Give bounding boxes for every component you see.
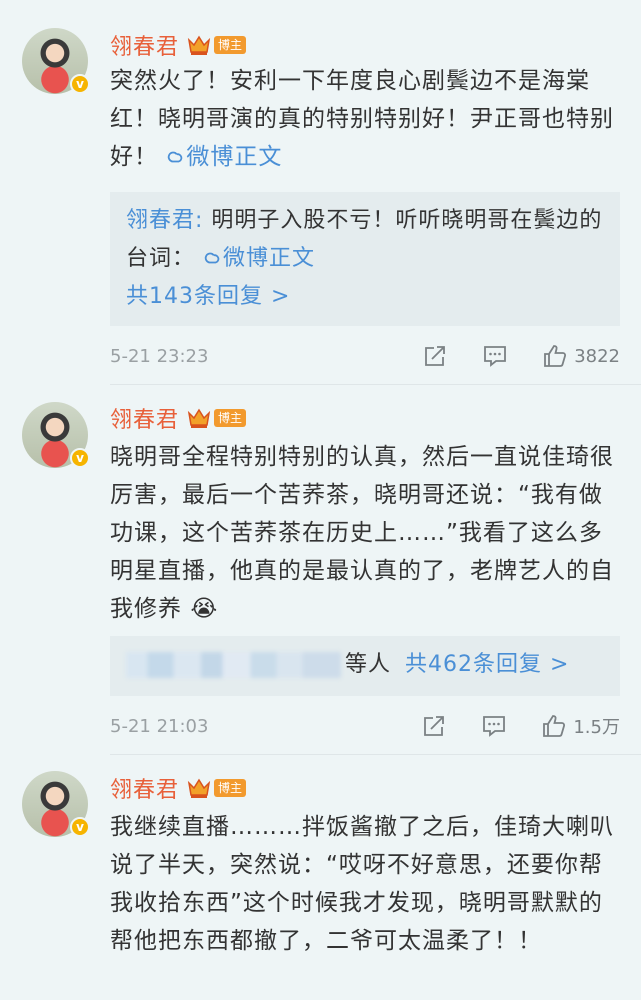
link-label: 微博正文 (186, 144, 283, 170)
verified-badge-icon: v (70, 74, 90, 94)
reply-count-link[interactable]: 共143条回复 > (126, 278, 604, 316)
link-icon (168, 151, 183, 163)
thumbs-up-icon (543, 715, 566, 737)
like-button[interactable]: 3822 (542, 343, 620, 369)
comment-body: 晓明哥全程特别特别的认真，然后一直说佳琦很厉害，最后一个苦荞茶，晓明哥还说：“我… (110, 444, 614, 622)
thumbs-up-icon (544, 345, 567, 367)
host-badge: 博主 (214, 779, 247, 797)
crown-icon (187, 408, 211, 428)
verified-badge-icon: v (70, 448, 90, 468)
weibo-post-link[interactable]: 微博正文 (203, 246, 315, 271)
username[interactable]: 翎春君 (110, 402, 179, 434)
reply-author[interactable]: 翎春君: (126, 208, 203, 233)
link-icon (204, 252, 220, 264)
host-badge: 博主 (214, 409, 247, 427)
blurred-names (126, 652, 341, 678)
username[interactable]: 翎春君 (110, 772, 179, 804)
like-count: 3822 (574, 345, 620, 367)
divider (110, 384, 641, 385)
comment-icon (483, 716, 506, 737)
comment-button[interactable] (482, 343, 508, 369)
comment-text: 晓明哥全程特别特别的认真，然后一直说佳琦很厉害，最后一个苦荞茶，晓明哥还说：“我… (110, 438, 620, 628)
avatar[interactable]: v (22, 402, 90, 468)
comment-icon (484, 346, 507, 367)
crown-icon (187, 778, 211, 798)
avatar[interactable]: v (22, 28, 90, 94)
share-button[interactable] (422, 343, 448, 369)
share-icon (424, 716, 445, 736)
like-button[interactable]: 1.5万 (541, 713, 620, 739)
timestamp: 5-21 21:03 (110, 715, 209, 737)
crying-emoji-icon: 😭 (190, 596, 219, 622)
weibo-post-link[interactable]: 微博正文 (166, 144, 282, 170)
reply-box[interactable]: 翎春君: 明明子入股不亏！听听晓明哥在鬓边的台词： 微博正文 共143条回复 > (110, 192, 620, 326)
others-label: 等人 (345, 652, 392, 677)
host-badge: 博主 (214, 36, 247, 54)
comment-body: 我继续直播………拌饭酱撤了之后，佳琦大喇叭说了半天，突然说：“哎呀不好意思，还要… (110, 814, 614, 954)
reply-count-link[interactable]: 共462条回复 > (405, 652, 569, 677)
share-button[interactable] (421, 713, 447, 739)
verified-badge-icon: v (70, 817, 90, 837)
like-count: 1.5万 (573, 717, 620, 738)
reply-box[interactable]: 等人 共462条回复 > (110, 636, 620, 696)
comment-text: 我继续直播………拌饭酱撤了之后，佳琦大喇叭说了半天，突然说：“哎呀不好意思，还要… (110, 808, 620, 960)
share-icon (425, 346, 446, 366)
comment-text: 突然火了！安利一下年度良心剧鬓边不是海棠红！晓明哥演的真的特别特别好！尹正哥也特… (110, 62, 620, 176)
avatar[interactable]: v (22, 771, 90, 837)
link-label: 微博正文 (223, 246, 316, 271)
divider (110, 754, 641, 755)
crown-icon (187, 35, 211, 55)
comment-button[interactable] (481, 713, 507, 739)
timestamp: 5-21 23:23 (110, 345, 209, 367)
username[interactable]: 翎春君 (110, 29, 179, 61)
